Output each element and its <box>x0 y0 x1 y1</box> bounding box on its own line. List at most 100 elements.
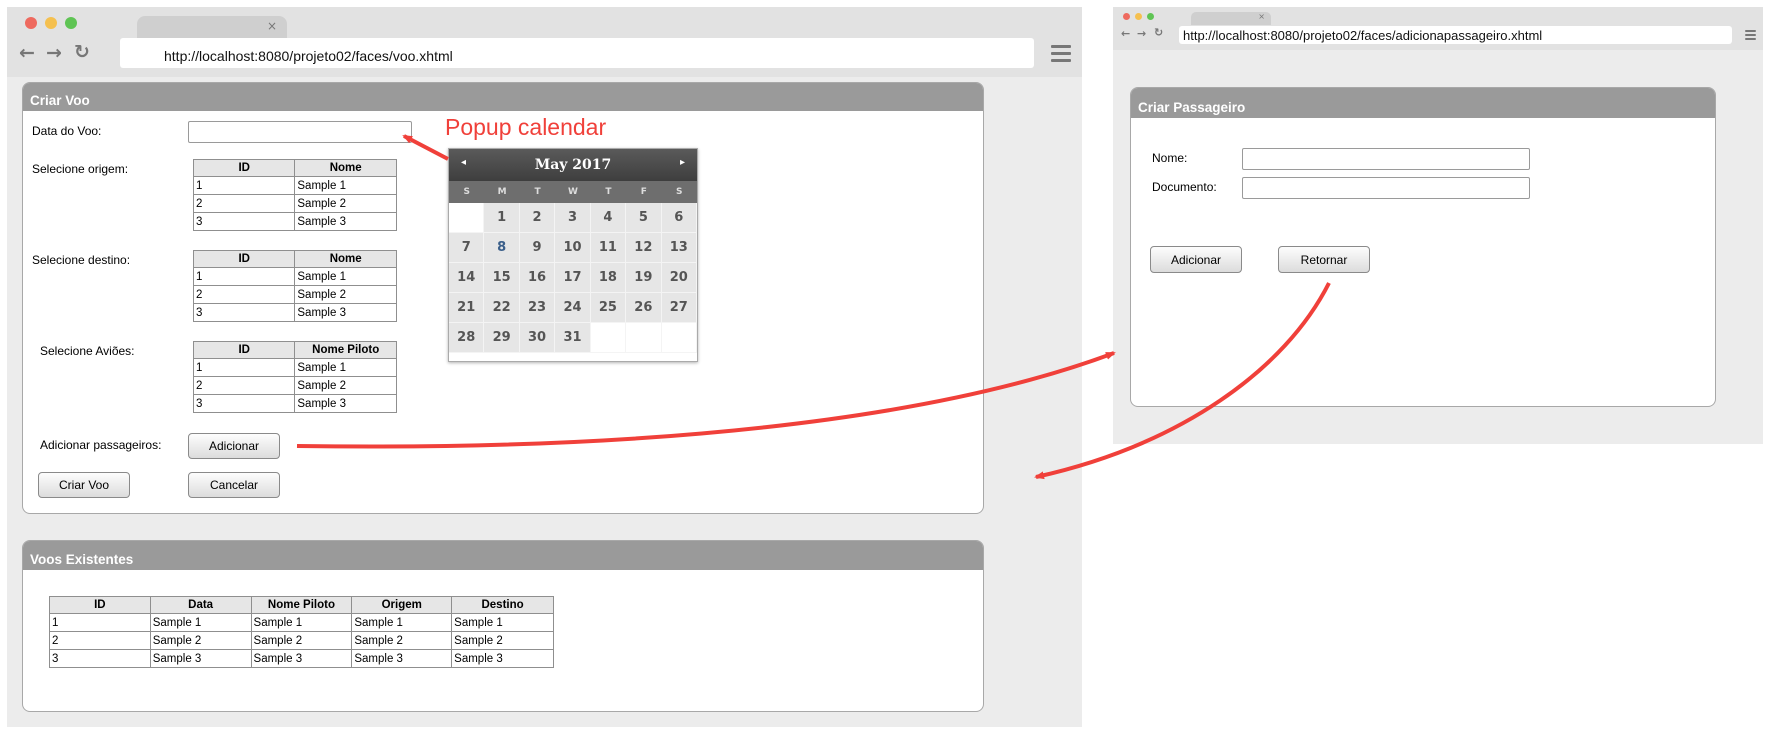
voos-existentes-panel: Voos Existentes ID Data Nome Piloto Orig… <box>22 540 984 712</box>
secondary-browser-window: × ← → ↻ http://localhost:8080/projeto02/… <box>1113 7 1763 444</box>
avioes-header-id: ID <box>192 341 296 359</box>
calendar-day[interactable]: 12 <box>626 233 662 263</box>
nome-label: Nome: <box>1152 151 1188 165</box>
address-bar[interactable]: http://localhost:8080/projeto02/faces/ad… <box>1179 26 1732 44</box>
calendar-day[interactable]: 1 <box>484 203 520 233</box>
cell-id: 3 <box>192 212 296 231</box>
minimize-window-dot[interactable] <box>45 17 57 29</box>
weekday-label: W <box>568 187 578 197</box>
criar-voo-panel-title: Criar Voo <box>23 83 983 111</box>
table-row[interactable]: 1 Sample 1 <box>192 176 397 195</box>
table-row[interactable]: 1 Sample 1 Sample 1 Sample 1 Sample 1 <box>49 613 554 632</box>
calendar-day[interactable]: 30 <box>519 323 556 353</box>
documento-input[interactable] <box>1242 177 1530 199</box>
cell-id: 1 <box>192 358 296 377</box>
cell-nome: Sample 1 <box>294 267 397 286</box>
adicionar-passageiro-button[interactable]: Adicionar <box>1150 246 1242 273</box>
zoom-window-dot[interactable] <box>65 17 77 29</box>
menu-icon[interactable] <box>1051 45 1071 62</box>
browser-tab[interactable]: × <box>1191 12 1271 25</box>
calendar-day[interactable]: 21 <box>449 293 485 323</box>
cell-origem: Sample 3 <box>351 649 453 668</box>
close-window-dot[interactable] <box>25 17 37 29</box>
menu-icon[interactable] <box>1745 30 1756 40</box>
cell-nome-piloto: Sample 3 <box>294 394 397 413</box>
forward-arrow-icon[interactable]: → <box>46 42 62 64</box>
calendar-day[interactable]: 11 <box>590 233 627 263</box>
back-arrow-icon[interactable]: ← <box>1121 27 1130 40</box>
address-bar-url: http://localhost:8080/projeto02/faces/vo… <box>164 48 453 64</box>
browser-toolbar: × ← → ↻ http://localhost:8080/projeto02/… <box>7 7 1082 77</box>
calendar-day[interactable]: 18 <box>590 263 627 293</box>
calendar-day[interactable]: 10 <box>555 233 591 263</box>
tab-close-icon[interactable]: × <box>267 19 277 33</box>
forward-arrow-icon[interactable]: → <box>1137 27 1146 40</box>
calendar-weekdays: S M T W T F S <box>449 181 697 203</box>
calendar-day[interactable]: 3 <box>555 203 591 233</box>
weekday-label: S <box>463 187 470 197</box>
destino-table: ID Nome 1 Sample 1 2 Sample 2 3 Sample 3 <box>192 250 397 322</box>
minimize-window-dot[interactable] <box>1135 13 1142 20</box>
calendar-day[interactable]: 7 <box>449 233 485 263</box>
table-row[interactable]: 3 Sample 3 <box>192 394 397 413</box>
cell-destino: Sample 2 <box>451 631 554 650</box>
table-row[interactable]: 1 Sample 1 <box>192 358 397 377</box>
calendar-day[interactable]: 13 <box>661 233 697 263</box>
calendar-day[interactable]: 9 <box>519 233 556 263</box>
table-row[interactable]: 2 Sample 2 <box>192 376 397 395</box>
calendar-next-icon[interactable]: ▸ <box>680 157 685 168</box>
table-row[interactable]: 2 Sample 2 Sample 2 Sample 2 Sample 2 <box>49 631 554 650</box>
tab-close-icon[interactable]: × <box>1258 12 1265 21</box>
calendar-day[interactable]: 4 <box>590 203 627 233</box>
address-bar[interactable]: http://localhost:8080/projeto02/faces/vo… <box>120 38 1034 68</box>
calendar-day[interactable]: 5 <box>626 203 662 233</box>
calendar-day[interactable]: 29 <box>484 323 520 353</box>
table-row[interactable]: 3 Sample 3 Sample 3 Sample 3 Sample 3 <box>49 649 554 668</box>
table-row[interactable]: 2 Sample 2 <box>192 194 397 213</box>
calendar-day[interactable]: 23 <box>519 293 556 323</box>
calendar-day[interactable]: 28 <box>449 323 485 353</box>
reload-icon[interactable]: ↻ <box>74 41 90 63</box>
cell-id: 2 <box>192 194 296 213</box>
calendar-day[interactable]: 27 <box>661 293 697 323</box>
calendar-day[interactable]: 19 <box>626 263 662 293</box>
retornar-button[interactable]: Retornar <box>1278 246 1370 273</box>
cancelar-button[interactable]: Cancelar <box>188 472 280 498</box>
calendar-day[interactable]: 2 <box>519 203 556 233</box>
table-row[interactable]: 3 Sample 3 <box>192 212 397 231</box>
cell-id: 1 <box>49 613 151 632</box>
browser-tab[interactable]: × <box>137 16 287 38</box>
calendar-day[interactable]: 8 <box>484 233 520 263</box>
origem-header-nome: Nome <box>294 159 397 177</box>
calendar-day[interactable]: 17 <box>555 263 591 293</box>
table-row[interactable]: 1 Sample 1 <box>192 267 397 286</box>
voos-header-id: ID <box>49 596 151 614</box>
calendar-day[interactable]: 26 <box>626 293 662 323</box>
calendar-day[interactable]: 24 <box>555 293 591 323</box>
popup-calendar: ◂ May 2017 ▸ S M T W T F S 1 2 3 4 5 6 7 8 9 10 11… <box>448 148 698 362</box>
table-row[interactable]: 3 Sample 3 <box>192 303 397 322</box>
adicionar-passageiros-button[interactable]: Adicionar <box>188 433 280 459</box>
weekday-label: S <box>676 187 683 197</box>
calendar-day[interactable]: 16 <box>519 263 556 293</box>
weekday-label: T <box>534 187 541 197</box>
data-voo-input[interactable] <box>188 121 412 143</box>
calendar-day[interactable]: 6 <box>661 203 697 233</box>
close-window-dot[interactable] <box>1123 13 1130 20</box>
calendar-day[interactable]: 31 <box>555 323 591 353</box>
reload-icon[interactable]: ↻ <box>1154 26 1163 39</box>
table-row[interactable]: 2 Sample 2 <box>192 285 397 304</box>
calendar-day[interactable]: 22 <box>484 293 520 323</box>
back-arrow-icon[interactable]: ← <box>19 42 35 64</box>
calendar-day[interactable]: 14 <box>449 263 485 293</box>
avioes-label: Selecione Aviões: <box>40 344 135 358</box>
criar-voo-button[interactable]: Criar Voo <box>38 472 130 498</box>
nome-input[interactable] <box>1242 148 1530 170</box>
cell-id: 1 <box>192 176 296 195</box>
cell-nome: Sample 3 <box>294 212 397 231</box>
calendar-day[interactable]: 25 <box>590 293 627 323</box>
zoom-window-dot[interactable] <box>1147 13 1154 20</box>
calendar-day[interactable]: 20 <box>661 263 697 293</box>
calendar-prev-icon[interactable]: ◂ <box>461 157 466 168</box>
calendar-day[interactable]: 15 <box>484 263 520 293</box>
